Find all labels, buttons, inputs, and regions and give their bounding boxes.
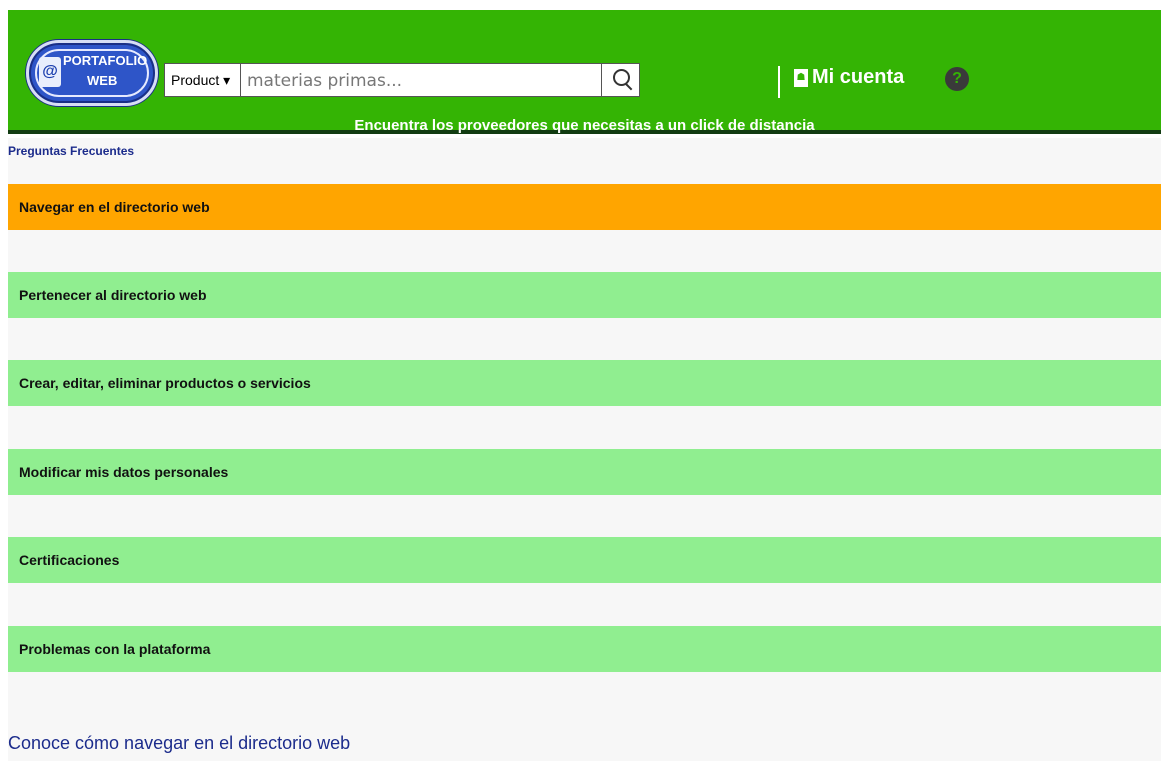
faq-item-problemas[interactable]: Problemas con la plataforma (8, 626, 1161, 672)
search-button[interactable] (601, 64, 639, 96)
help-icon[interactable]: ? (945, 67, 969, 91)
my-account-link[interactable]: ☗ Mi cuenta (794, 66, 904, 89)
faq-item-certificaciones[interactable]: Certificaciones (8, 537, 1161, 583)
faq-item-datos-personales[interactable]: Modificar mis datos personales (8, 449, 1161, 495)
faq-breadcrumb-link[interactable]: Preguntas Frecuentes (8, 144, 134, 158)
portafolio-web-logo[interactable]: @ PORTAFOLIO WEB (26, 40, 158, 106)
faq-item-productos[interactable]: Crear, editar, eliminar productos o serv… (8, 360, 1161, 406)
account-icon: ☗ (794, 68, 808, 87)
header-tagline: Encuentra los proveedores que necesitas … (354, 117, 815, 134)
header-divider (778, 66, 780, 98)
my-account-label: Mi cuenta (812, 66, 905, 88)
faq-item-pertenecer[interactable]: Pertenecer al directorio web (8, 272, 1161, 318)
search-icon-handle (625, 83, 633, 91)
section-title: Conoce cómo navegar en el directorio web (8, 733, 351, 753)
logo-text-line2: WEB (87, 73, 118, 88)
faq-content: Preguntas Frecuentes Navegar en el direc… (8, 138, 1161, 761)
logo-text-line1: PORTAFOLIO (63, 53, 148, 68)
search-input[interactable] (245, 65, 601, 97)
search-category-select[interactable]: Product ▾ (165, 64, 241, 96)
site-header: @ PORTAFOLIO WEB Product ▾ ☗ Mi cuenta ?… (8, 10, 1161, 134)
faq-item-navegar[interactable]: Navegar en el directorio web (8, 184, 1161, 230)
search-bar: Product ▾ (164, 63, 640, 97)
logo-notebook-icon: @ (39, 57, 61, 87)
